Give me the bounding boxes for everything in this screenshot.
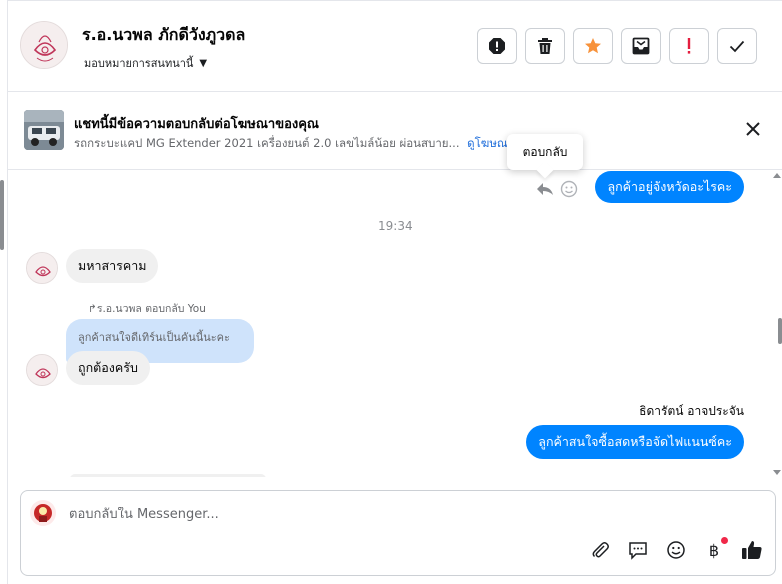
conversation-header: ร.อ.นวพล ภักดีวังภูวดล มอบหมายการสนทนานี…: [8, 0, 782, 92]
contact-avatar-small: [26, 252, 58, 284]
ad-banner-title: แชทนี้มีข้อความตอบกลับต่อโฆษณาของคุณ: [74, 117, 319, 132]
mark-spam-button[interactable]: [477, 28, 517, 64]
ad-thumbnail[interactable]: [24, 110, 64, 150]
incoming-message[interactable]: มหาสารคาม: [66, 249, 159, 283]
conversation-actions: [477, 28, 757, 64]
thread-scroll-thumb[interactable]: [778, 318, 782, 344]
like-icon: [742, 541, 762, 559]
composer-toolbar: ฿: [589, 537, 763, 561]
partial-message: [70, 474, 266, 477]
close-icon: [746, 122, 760, 136]
page-avatar: [29, 499, 57, 527]
payment-button[interactable]: ฿: [703, 537, 728, 561]
saved-reply-icon: [629, 542, 647, 560]
react-icon[interactable]: [560, 180, 578, 198]
close-banner-button[interactable]: [744, 120, 762, 138]
caret-down-icon: ▼: [199, 57, 208, 69]
notification-dot: [721, 537, 728, 544]
emoji-button[interactable]: [665, 539, 687, 561]
outgoing-message[interactable]: ลูกค้าสนใจซื้อสดหรือจัดไฟแนนซ์คะ: [526, 425, 744, 459]
reply-context-text: ร.อ.นวพล ตอบกลับ You: [96, 303, 206, 315]
trash-icon: [538, 38, 552, 54]
contact-avatar-small: [26, 354, 58, 386]
scroll-down-arrow-icon[interactable]: [773, 470, 781, 475]
sender-name: ธิดารัตน์ อาจประจัน: [639, 404, 744, 418]
attach-icon: [592, 542, 609, 558]
star-icon: [585, 38, 601, 54]
attach-button[interactable]: [589, 539, 611, 561]
reply-context-label: ↱ร.อ.นวพล ตอบกลับ You: [88, 300, 206, 317]
inbox-conversation-panel: ร.อ.นวพล ภักดีวังภูวดล มอบหมายการสนทนานี…: [0, 0, 782, 584]
star-button[interactable]: [573, 28, 613, 64]
scroll-up-arrow-icon[interactable]: [773, 173, 781, 178]
like-button[interactable]: [741, 539, 763, 561]
done-icon: [729, 40, 745, 53]
message-hover-actions: [536, 180, 578, 198]
follow-up-icon: [687, 38, 691, 54]
mark-unread-button[interactable]: [621, 28, 661, 64]
reply-input[interactable]: [69, 507, 709, 522]
reply-tooltip: ตอบกลับ: [507, 134, 583, 170]
outgoing-message[interactable]: ลูกค้าอยู่จังหวัดอะไรคะ: [595, 171, 744, 203]
reply-icon[interactable]: [536, 181, 554, 197]
assign-label: มอบหมายการสนทนานี้: [84, 57, 194, 70]
contact-name[interactable]: ร.อ.นวพล ภักดีวังภูวดล: [82, 23, 245, 48]
incoming-message[interactable]: ถูกต้องครับ: [66, 351, 150, 385]
message-thread[interactable]: ลูกค้าอยู่จังหวัดอะไรคะ 19:34 มหาสารคาม …: [8, 171, 782, 477]
mark-unread-icon: [632, 37, 650, 55]
ad-reply-banner: แชทนี้มีข้อความตอบกลับต่อโฆษณาของคุณ รถก…: [8, 92, 782, 170]
left-divider: [0, 0, 8, 584]
reply-arrow-icon: ↱: [88, 303, 97, 315]
message-timestamp: 19:34: [378, 219, 413, 233]
delete-button[interactable]: [525, 28, 565, 64]
contact-avatar[interactable]: [20, 21, 68, 69]
spam-icon: [489, 38, 505, 54]
ad-description-text: รถกระบะแคป MG Extender 2021 เครื่องยนต์ …: [74, 136, 460, 150]
left-scrollbar[interactable]: [0, 180, 4, 250]
assign-conversation-dropdown[interactable]: มอบหมายการสนทนานี้ ▼: [84, 54, 207, 72]
mark-done-button[interactable]: [717, 28, 757, 64]
payment-icon: ฿: [708, 540, 720, 560]
ad-banner-description: รถกระบะแคป MG Extender 2021 เครื่องยนต์ …: [74, 135, 514, 153]
follow-up-button[interactable]: [669, 28, 709, 64]
emoji-icon: [667, 541, 685, 559]
saved-replies-button[interactable]: [627, 539, 649, 561]
message-composer: ฿: [20, 490, 776, 576]
